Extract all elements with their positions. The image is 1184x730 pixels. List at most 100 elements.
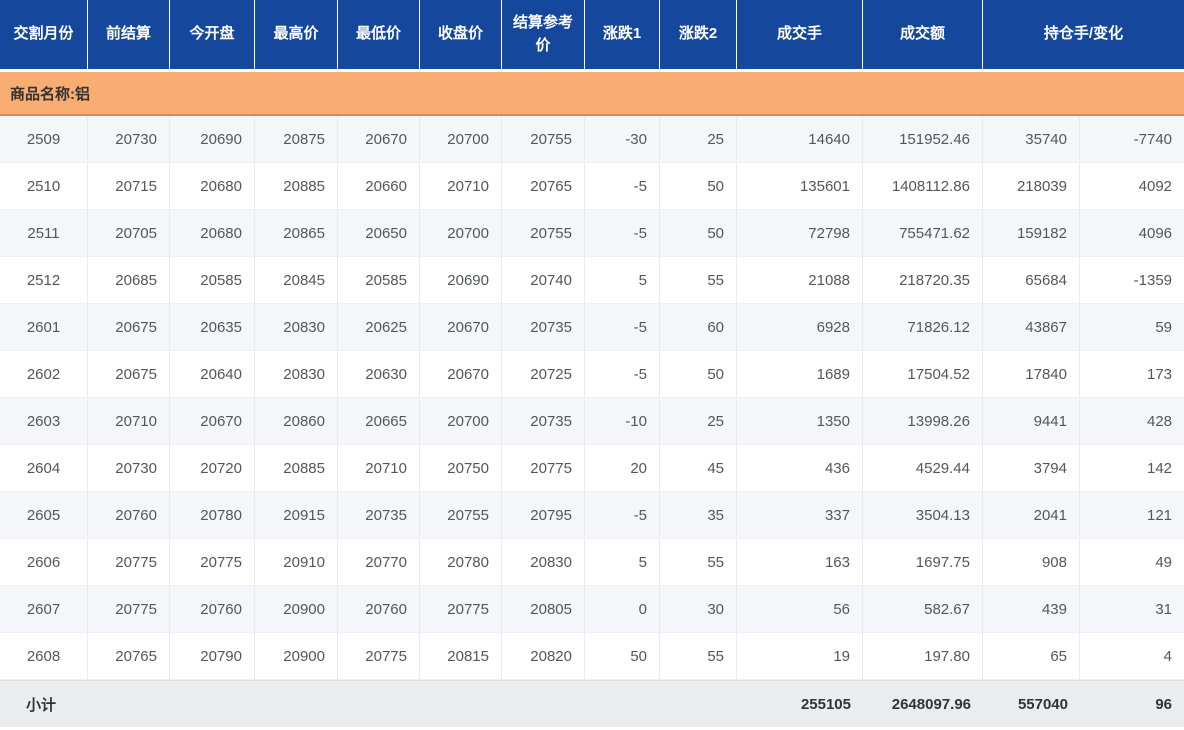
- cell-oi_change: 142: [1080, 445, 1184, 492]
- quotes-table-body: 商品名称:铝 2509 20730 20690 20875 20670 20700 2075…: [0, 72, 1184, 680]
- cell-open: 20720: [170, 445, 255, 492]
- cell-settle_ref: 20765: [502, 163, 585, 210]
- cell-change1: -5: [585, 304, 660, 351]
- cell-settle_ref: 20795: [502, 492, 585, 539]
- cell-open: 20640: [170, 351, 255, 398]
- cell-month: 2603: [0, 398, 88, 445]
- cell-volume: 135601: [737, 163, 863, 210]
- cell-turnover: 218720.35: [863, 257, 983, 304]
- cell-open_interest: 9441: [983, 398, 1080, 445]
- cell-oi_change: 4: [1080, 633, 1184, 680]
- cell-close: 20700: [420, 210, 502, 257]
- cell-prev_settle: 20730: [88, 445, 170, 492]
- cell-low: 20585: [338, 257, 420, 304]
- cell-low: 20665: [338, 398, 420, 445]
- cell-change2: 50: [660, 351, 737, 398]
- cell-open: 20585: [170, 257, 255, 304]
- cell-volume: 72798: [737, 210, 863, 257]
- cell-high: 20875: [255, 116, 338, 163]
- cell-high: 20885: [255, 445, 338, 492]
- table-row: 2605 20760 20780 20915 20735 20755 20795 -5 35 33…: [0, 492, 1184, 539]
- cell-close: 20690: [420, 257, 502, 304]
- cell-change2: 50: [660, 163, 737, 210]
- cell-settle_ref: 20755: [502, 210, 585, 257]
- cell-close: 20780: [420, 539, 502, 586]
- cell-open_interest: 2041: [983, 492, 1080, 539]
- cell-month: 2606: [0, 539, 88, 586]
- cell-prev_settle: 20675: [88, 351, 170, 398]
- cell-close: 20750: [420, 445, 502, 492]
- cell-change1: -5: [585, 210, 660, 257]
- cell-open_interest: 17840: [983, 351, 1080, 398]
- cell-change2: 25: [660, 398, 737, 445]
- cell-close: 20815: [420, 633, 502, 680]
- col-header-settle-ref: 结算参考价: [502, 0, 585, 72]
- cell-turnover: 1408112.86: [863, 163, 983, 210]
- cell-high: 20900: [255, 586, 338, 633]
- cell-high: 20860: [255, 398, 338, 445]
- cell-prev_settle: 20675: [88, 304, 170, 351]
- cell-change2: 45: [660, 445, 737, 492]
- cell-change2: 30: [660, 586, 737, 633]
- cell-change1: -30: [585, 116, 660, 163]
- cell-change1: 20: [585, 445, 660, 492]
- col-header-open-interest-change: 持仓手/变化: [983, 0, 1184, 72]
- cell-turnover: 151952.46: [863, 116, 983, 163]
- cell-settle_ref: 20735: [502, 304, 585, 351]
- col-header-change1: 涨跌1: [585, 0, 660, 72]
- cell-month: 2510: [0, 163, 88, 210]
- cell-close: 20775: [420, 586, 502, 633]
- cell-volume: 56: [737, 586, 863, 633]
- cell-turnover: 71826.12: [863, 304, 983, 351]
- table-row: 2512 20685 20585 20845 20585 20690 20740 5 55 210…: [0, 257, 1184, 304]
- cell-low: 20650: [338, 210, 420, 257]
- cell-settle_ref: 20725: [502, 351, 585, 398]
- cell-change1: 5: [585, 539, 660, 586]
- subtotal-turnover: 2648097.96: [863, 680, 983, 727]
- cell-oi_change: 4096: [1080, 210, 1184, 257]
- col-header-close: 收盘价: [420, 0, 502, 72]
- table-row: 2602 20675 20640 20830 20630 20670 20725 -5 50 16…: [0, 351, 1184, 398]
- commodity-group-row: 商品名称:铝: [0, 72, 1184, 116]
- cell-prev_settle: 20775: [88, 539, 170, 586]
- cell-high: 20830: [255, 351, 338, 398]
- col-header-prev-settle: 前结算: [88, 0, 170, 72]
- cell-low: 20735: [338, 492, 420, 539]
- cell-low: 20760: [338, 586, 420, 633]
- cell-oi_change: -7740: [1080, 116, 1184, 163]
- cell-open: 20690: [170, 116, 255, 163]
- cell-prev_settle: 20775: [88, 586, 170, 633]
- table-row: 2607 20775 20760 20900 20760 20775 20805 0 30 56 5…: [0, 586, 1184, 633]
- cell-change1: -5: [585, 351, 660, 398]
- cell-change1: 50: [585, 633, 660, 680]
- cell-turnover: 1697.75: [863, 539, 983, 586]
- cell-volume: 19: [737, 633, 863, 680]
- cell-turnover: 17504.52: [863, 351, 983, 398]
- cell-open: 20680: [170, 163, 255, 210]
- cell-turnover: 13998.26: [863, 398, 983, 445]
- cell-month: 2512: [0, 257, 88, 304]
- cell-open: 20670: [170, 398, 255, 445]
- cell-volume: 1350: [737, 398, 863, 445]
- cell-open: 20635: [170, 304, 255, 351]
- cell-oi_change: 121: [1080, 492, 1184, 539]
- cell-close: 20700: [420, 398, 502, 445]
- cell-change2: 50: [660, 210, 737, 257]
- col-header-change2: 涨跌2: [660, 0, 737, 72]
- cell-prev_settle: 20710: [88, 398, 170, 445]
- cell-close: 20710: [420, 163, 502, 210]
- cell-oi_change: 173: [1080, 351, 1184, 398]
- cell-high: 20915: [255, 492, 338, 539]
- cell-close: 20670: [420, 304, 502, 351]
- cell-volume: 14640: [737, 116, 863, 163]
- cell-month: 2602: [0, 351, 88, 398]
- cell-oi_change: 428: [1080, 398, 1184, 445]
- cell-open: 20775: [170, 539, 255, 586]
- cell-oi_change: 49: [1080, 539, 1184, 586]
- cell-month: 2607: [0, 586, 88, 633]
- cell-settle_ref: 20755: [502, 116, 585, 163]
- cell-month: 2511: [0, 210, 88, 257]
- cell-open_interest: 218039: [983, 163, 1080, 210]
- cell-open: 20790: [170, 633, 255, 680]
- cell-volume: 1689: [737, 351, 863, 398]
